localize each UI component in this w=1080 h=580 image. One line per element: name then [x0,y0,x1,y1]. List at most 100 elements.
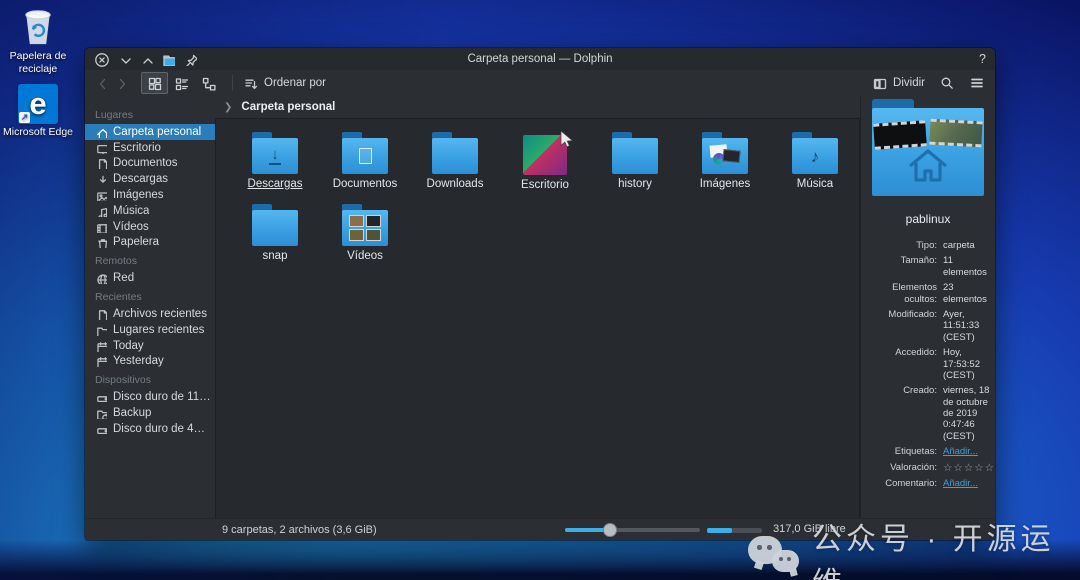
breadcrumb-current[interactable]: Carpeta personal [241,101,335,113]
close-button[interactable] [94,52,109,67]
detail-label: Creado: [867,385,937,442]
sidebar-item-lugares-recientes[interactable]: Lugares recientes [85,322,215,338]
trash-icon [95,236,107,248]
desktop-icon-recycle-bin[interactable]: Papelera de reciclaje [2,6,74,75]
sidebar-item-red[interactable]: Red [85,270,215,286]
detail-label: Comentario: [867,478,937,489]
sidebar-item-disco-443[interactable]: Disco duro de 443,2 GiB [85,421,215,437]
add-tags-link[interactable]: Añadir... [943,446,991,457]
detail-value: carpeta [943,240,991,251]
help-button[interactable]: ? [979,52,986,66]
sidebar-item-today[interactable]: Today [85,338,215,354]
file-downloads[interactable]: Downloads [410,129,500,201]
forward-button[interactable] [114,76,129,91]
sidebar-item-documentos[interactable]: Documentos [85,156,215,172]
file-label: snap [263,250,288,262]
home-icon [905,146,951,186]
sidebar-item-carpeta-personal[interactable]: Carpeta personal [85,124,215,140]
icons-view-button[interactable] [141,72,168,94]
titlebar[interactable]: Carpeta personal — Dolphin ? [85,48,995,70]
wechat-icon [748,536,802,580]
add-comment-link[interactable]: Añadir... [943,478,991,489]
detail-label: Tipo: [867,240,937,251]
file-videos[interactable]: Vídeos [320,201,410,273]
desktop-icon-microsoft-edge[interactable]: e ↗ Microsoft Edge [2,84,74,139]
search-icon[interactable] [939,75,955,91]
maximize-button[interactable] [140,53,153,66]
zoom-slider[interactable] [565,528,700,532]
selected-item-name: pablinux [867,212,989,226]
zoom-slider-handle[interactable] [603,523,617,537]
minimize-button[interactable] [118,53,131,66]
file-imagenes[interactable]: Imágenes [680,129,770,201]
sidebar-item-descargas[interactable]: Descargas [85,171,215,187]
sidebar-section-recientes: Recientes [85,286,215,306]
music-note-icon [95,205,107,217]
file-snap[interactable]: snap [230,201,320,273]
edge-icon: e ↗ [18,84,58,124]
file-label: Descargas [248,178,303,190]
desktop-wallpaper-icon [523,135,567,175]
detail-value: Ayer, 11:51:33 (CEST) [943,309,991,343]
file-escritorio[interactable]: Escritorio [500,129,590,201]
folder-sync-icon [95,407,107,419]
file-label: Música [797,178,833,190]
cursor-icon [559,131,575,149]
compact-view-button[interactable] [168,72,195,94]
sidebar-item-backup[interactable]: Backup [85,405,215,421]
detail-label: Valoración: [867,462,937,475]
file-musica[interactable]: ♪ Música [770,129,860,201]
file-descargas[interactable]: ↓ Descargas [230,129,320,201]
sidebar-item-archivos-recientes[interactable]: Archivos recientes [85,306,215,322]
details-view-button[interactable] [195,72,222,94]
hard-drive-icon [95,391,107,403]
recycle-bin-icon [20,6,56,48]
sidebar-item-papelera[interactable]: Papelera [85,235,215,251]
toolbar: Ordenar por Dividir [85,70,995,96]
breadcrumb-chevron-icon: ❯ [224,102,232,113]
file-documentos[interactable]: Documentos [320,129,410,201]
file-label: Vídeos [347,250,383,262]
folder-icon [612,138,658,174]
sidebar-item-escritorio[interactable]: Escritorio [85,140,215,156]
rating-stars[interactable]: ☆☆☆☆☆ [943,462,991,475]
sidebar-item-videos[interactable]: Vídeos [85,219,215,235]
file-history[interactable]: history [590,129,680,201]
sidebar-section-remotos: Remotos [85,250,215,270]
details-list: Tipo: carpeta Tamaño: 11 elementos Eleme… [867,240,989,490]
pin-icon[interactable] [184,53,197,66]
app-folder-icon [162,53,175,66]
window-title: Carpeta personal — Dolphin [85,53,995,65]
filmstrip-thumbnail [873,120,927,150]
sidebar-section-lugares: Lugares [85,104,215,124]
detail-value: viernes, 18 de octubre de 2019 0:47:46 (… [943,385,991,442]
toolbar-separator [232,75,233,91]
folder-icon [252,210,298,246]
detail-label: Elementos ocultos: [867,282,937,305]
sidebar-item-imagenes[interactable]: Imágenes [85,187,215,203]
sort-by-button[interactable]: Ordenar por [243,76,326,91]
detail-value: 11 elementos [943,255,991,278]
breadcrumb: ❯ Carpeta personal [215,96,860,118]
sort-icon [243,76,258,91]
folder-download-icon: ↓ [252,138,298,174]
split-button[interactable]: Dividir [872,76,925,91]
folder-images-icon [702,138,748,174]
view-mode-group [141,72,222,94]
hamburger-menu-icon[interactable] [969,75,985,91]
network-globe-icon [95,272,107,284]
document-icon [95,308,107,320]
folder-view[interactable]: ↓ Descargas Documentos Do [215,118,860,518]
information-panel: pablinux Tipo: carpeta Tamaño: 11 elemen… [860,96,995,518]
shortcut-arrow-icon: ↗ [19,112,30,123]
back-button[interactable] [95,76,110,91]
watermark-text: 公众号 · 开源运维 [812,514,1080,580]
file-label: Escritorio [521,179,569,191]
sidebar-item-yesterday[interactable]: Yesterday [85,354,215,370]
detail-value: Hoy, 17:53:52 (CEST) [943,347,991,381]
filmstrip-thumbnail [929,119,982,148]
sidebar-item-disco-115[interactable]: Disco duro de 115,1 GiB [85,389,215,405]
calendar-icon [95,340,107,352]
sidebar-item-musica[interactable]: Música [85,203,215,219]
dolphin-window: Carpeta personal — Dolphin ? Ordenar por… [85,48,995,540]
